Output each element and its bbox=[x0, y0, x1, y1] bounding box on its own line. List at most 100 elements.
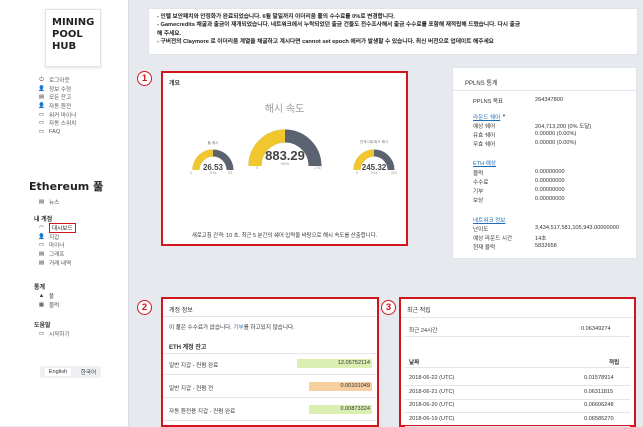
annotation-badge-2: 2 bbox=[137, 300, 152, 315]
reward-row: 보상 0.00000000 bbox=[473, 196, 565, 204]
stats-menu: ▲ 풀 ▦ 블럭 bbox=[38, 292, 60, 310]
menu-item-label: 모든 잔고 bbox=[49, 95, 72, 102]
menu-item-label: 로그아웃 bbox=[49, 78, 70, 85]
notice-panel: - 인텔 보안패치와 안정화가 완료되었습니다. 6월 말일까지 이더리움 풀의… bbox=[148, 8, 638, 55]
menu-item-정보 수정[interactable]: 👤 정보 수정 bbox=[38, 85, 76, 94]
divider bbox=[405, 336, 630, 337]
menu-item-지갑[interactable]: 👤 지갑 bbox=[38, 233, 76, 242]
coin-title: Ethereum 풀 bbox=[29, 180, 104, 193]
menu-item-모든 잔고[interactable]: ▤ 모든 잔고 bbox=[38, 93, 76, 102]
account-info-title: 계정 정보 bbox=[169, 308, 193, 314]
annotation-badge-3: 3 bbox=[381, 300, 396, 315]
menu-item-그래프[interactable]: ▤ 그래프 bbox=[38, 250, 76, 259]
difficulty-row: 난이도 3,434,517,581,105,943.00000000 bbox=[473, 225, 619, 233]
menu-item-로그아웃[interactable]: ⏻ 로그아웃 bbox=[38, 76, 76, 85]
menu-item-label: 그래프 bbox=[49, 252, 65, 259]
logo-line-2: POOL bbox=[52, 29, 83, 40]
divider bbox=[163, 397, 377, 398]
news-icon: ▤ bbox=[38, 199, 45, 206]
invalid-share-row: 무효 쉐어 0.00000 (0.00%) bbox=[473, 140, 576, 148]
valid2-share-value: 0.00000 (0.00%) bbox=[535, 131, 577, 137]
block-value: 0.00000000 bbox=[535, 169, 565, 175]
col-amount-header: 적립 bbox=[609, 360, 620, 366]
difficulty-label: 난이도 bbox=[473, 227, 489, 233]
user-icon: 👤 bbox=[38, 233, 45, 240]
valid-share-row: 예상 쉐어 204,713,200 (0% 도달) bbox=[473, 122, 591, 130]
pplns-card: PPLNS 통계 PPLNS 목표 264347800 라운드 쉐어 ● 예상 … bbox=[452, 67, 638, 259]
network-hash-min: 0 bbox=[356, 171, 358, 175]
my-hash-max: 1767 bbox=[314, 166, 322, 170]
credit-date: 2018-06-22 (UTC) bbox=[409, 375, 455, 381]
donation-row: 기부 0.00000000 bbox=[473, 187, 565, 195]
eth-estimate-link[interactable]: ETH 예상 bbox=[473, 159, 496, 167]
network-info-link[interactable]: 네트워크 정보 bbox=[473, 216, 505, 224]
menu-item-FAQ[interactable]: ▭ FAQ bbox=[38, 128, 76, 137]
last24-label: 최근 24시간 bbox=[409, 328, 438, 334]
lang-korean[interactable]: 한국어 bbox=[81, 368, 96, 376]
my-hash-value: 883.29 bbox=[265, 148, 305, 163]
menu-item-label: 정보 수정 bbox=[49, 86, 72, 93]
user-icon: 👤 bbox=[38, 85, 45, 92]
section-help: 도움말 bbox=[34, 323, 51, 329]
fee-label: 수수료 bbox=[473, 180, 489, 186]
notice-line: 해 주세요. bbox=[157, 30, 182, 37]
block-label: 블럭 bbox=[473, 171, 484, 177]
notice-line: - 인텔 보안패치와 안정화가 완료되었습니다. 6월 말일까지 이더리움 풀의… bbox=[157, 14, 395, 20]
logo-line-3: HUB bbox=[52, 41, 77, 52]
credit-date: 2018-06-21 (UTC) bbox=[409, 388, 455, 395]
current-block-value: 5832658 bbox=[535, 243, 557, 249]
divider bbox=[401, 317, 634, 318]
divider bbox=[163, 353, 377, 354]
menu-item-label: 지갑 bbox=[49, 234, 60, 241]
divider bbox=[453, 90, 638, 91]
fee-row: 수수료 0.00000000 bbox=[473, 178, 565, 186]
pplns-target-label: PPLNS 목표 bbox=[473, 99, 504, 105]
menu-item-label: 자동 환전 bbox=[49, 104, 72, 111]
menu-item-자동 스위치[interactable]: ▭ 자동 스위치 bbox=[38, 119, 76, 128]
valid2-share-label: 유효 쉐어 bbox=[473, 133, 496, 139]
balance-label: 일반 지갑 - 컨펌 완료 bbox=[169, 363, 219, 369]
menu-item-대시보드[interactable]: ◠ 대시보드 bbox=[38, 223, 76, 234]
block-row: 블럭 0.00000000 bbox=[473, 169, 565, 177]
menu-item-워커 마이너[interactable]: ▭ 워커 마이너 bbox=[38, 110, 76, 119]
divider bbox=[163, 420, 377, 421]
help-icon[interactable]: ● bbox=[502, 113, 505, 121]
monitor-icon: ▭ bbox=[38, 120, 45, 127]
balance-label: 일반 지갑 - 컨펌 전 bbox=[169, 386, 214, 392]
pplns-target-value: 264347800 bbox=[535, 97, 563, 103]
menu-item-자동 환전[interactable]: 👤 자동 환전 bbox=[38, 102, 76, 111]
donation-label: 기부 bbox=[473, 189, 484, 195]
menu-item-블럭[interactable]: ▦ 블럭 bbox=[38, 301, 59, 310]
credit-date: 2018-06-20 (UTC) bbox=[409, 402, 455, 408]
fee-note: 이 풀은 수수료가 없습니다. 기부를 하고있지 않습니다. bbox=[169, 323, 295, 331]
eth-estimate-link-row: ETH 예상 bbox=[473, 159, 496, 167]
round-share-link[interactable]: 라운드 쉐어 bbox=[473, 113, 500, 121]
fee-note-suffix: 를 하고있지 않습니다. bbox=[243, 325, 295, 331]
wallet-icon: ▤ bbox=[38, 94, 45, 101]
pool-hash-label: 풀 해시 bbox=[207, 141, 219, 145]
menu-item-뉴스[interactable]: ▤ 뉴스 bbox=[38, 198, 59, 207]
menu-item-label: 풀 bbox=[49, 294, 55, 301]
balance-value: 0.00101049 bbox=[309, 382, 372, 391]
credit-amount: 0.01578914 bbox=[584, 375, 614, 381]
logo[interactable]: MINING POOL HUB bbox=[45, 9, 101, 67]
power-icon: ⏻ bbox=[39, 76, 44, 83]
divider bbox=[163, 374, 377, 375]
help-menu: ▭ 시작하기 bbox=[38, 330, 70, 339]
menu-item-거래 내역[interactable]: ▤ 거래 내역 bbox=[38, 258, 76, 267]
account-menu: ◠ 대시보드 👤 지갑 ▭ 마이너 ▤ 그래프 ▤ 거래 내역 bbox=[38, 223, 76, 267]
user-icon: 👤 bbox=[38, 103, 45, 110]
menu-item-마이너[interactable]: ▭ 마이너 bbox=[38, 241, 76, 250]
last24-value: 0.06349274 bbox=[581, 326, 611, 332]
fee-value: 0.00000000 bbox=[535, 178, 565, 184]
pplns-title: PPLNS 통계 bbox=[465, 81, 498, 87]
menu-item-풀[interactable]: ▲ 풀 bbox=[38, 292, 59, 301]
donation-link[interactable]: 기부 bbox=[233, 325, 243, 331]
difficulty-value: 3,434,517,581,105,943.00000000 bbox=[535, 225, 619, 231]
logo-line-1: MINING bbox=[52, 17, 95, 28]
col-date-header: 날짜 bbox=[409, 360, 420, 366]
network-hash-max: 491 bbox=[391, 171, 397, 175]
menu-item-시작하기[interactable]: ▭ 시작하기 bbox=[38, 330, 70, 339]
lang-english[interactable]: English bbox=[44, 368, 72, 376]
balance-label: 자동 환전용 지갑 - 컨펌 완료 bbox=[169, 409, 236, 415]
